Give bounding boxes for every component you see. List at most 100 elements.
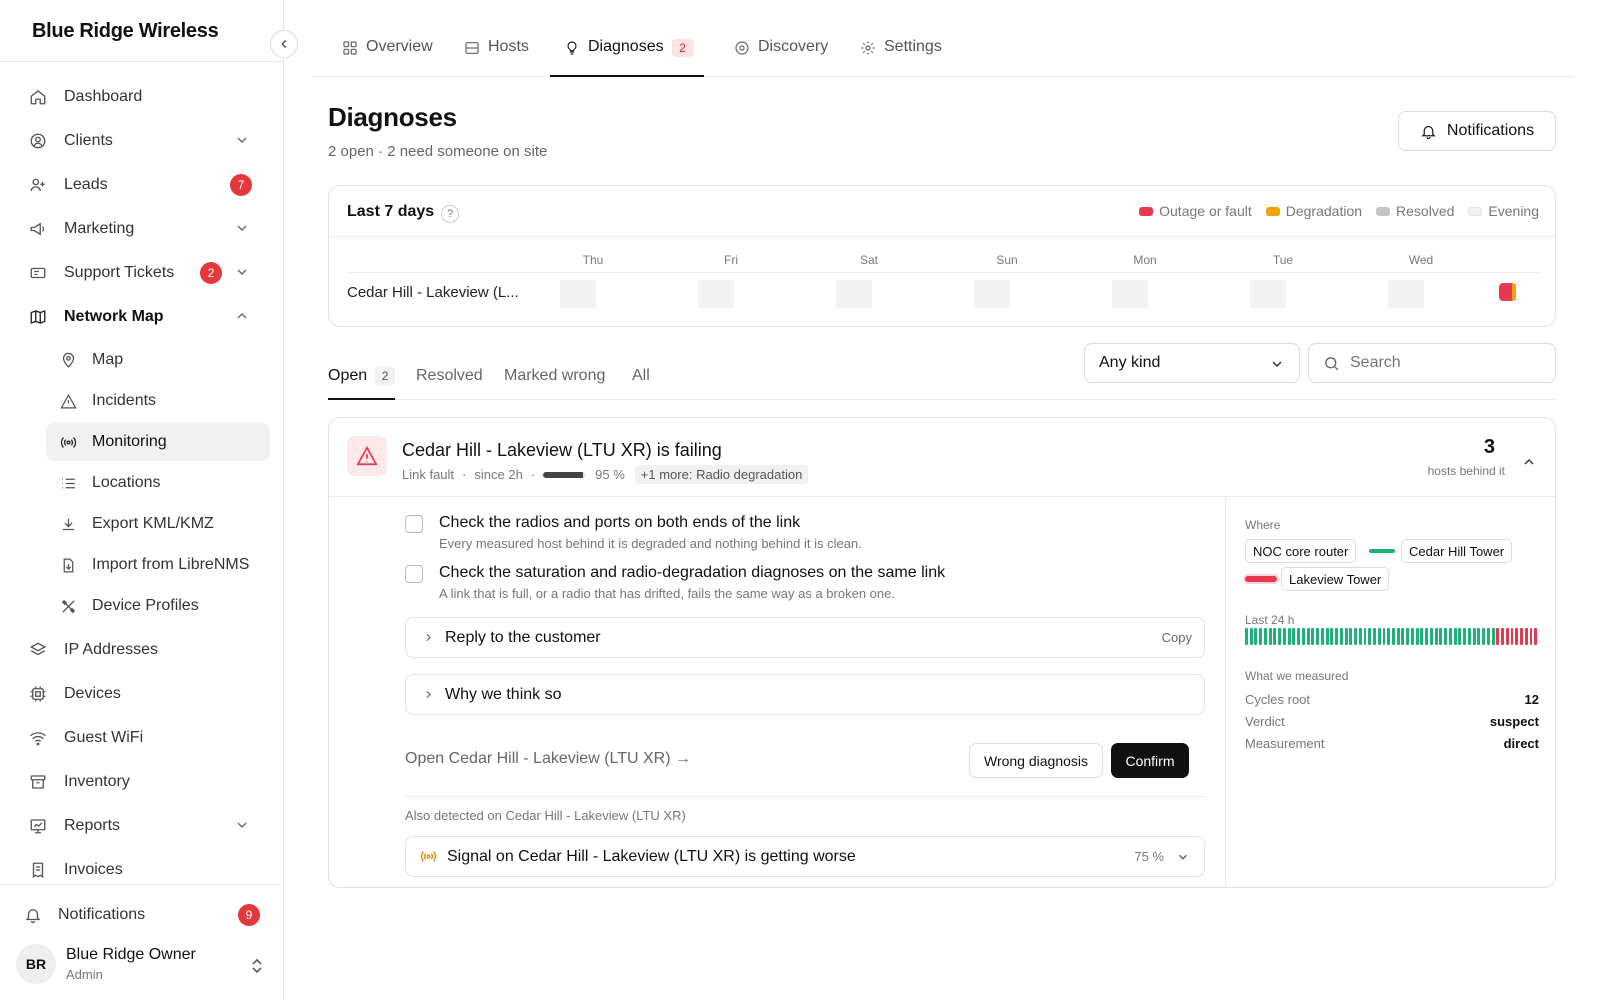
day-label: Sun bbox=[996, 253, 1018, 267]
hosts-label: hosts behind it bbox=[1427, 464, 1505, 478]
chevron-down-icon bbox=[1176, 850, 1190, 864]
account-switcher-icon[interactable] bbox=[250, 957, 264, 975]
import-icon bbox=[58, 555, 78, 575]
sidebar-item-label: Locations bbox=[92, 474, 161, 491]
sidebar-item-leads[interactable]: Leads 7 bbox=[22, 166, 272, 204]
report-icon bbox=[28, 816, 48, 836]
tab-diagnoses[interactable]: Diagnoses 2 bbox=[550, 38, 704, 77]
open-count-badge: 2 bbox=[375, 367, 396, 385]
sidebar-item-inventory[interactable]: Inventory bbox=[22, 763, 272, 801]
tab-label: Hosts bbox=[488, 38, 529, 55]
sidebar-notifications[interactable]: Notifications 9 bbox=[22, 897, 272, 933]
sparkline-bar bbox=[1349, 628, 1353, 645]
also-divider bbox=[405, 796, 1205, 797]
user-circle-icon bbox=[28, 131, 48, 151]
tab-settings[interactable]: Settings bbox=[860, 38, 942, 77]
broadcast-icon bbox=[58, 432, 78, 452]
chevron-right-icon bbox=[422, 631, 435, 644]
open-link-button[interactable]: Open Cedar Hill - Lakeview (LTU XR) → bbox=[405, 750, 691, 768]
copy-button[interactable]: Copy bbox=[1162, 630, 1192, 645]
sidebar-item-guest-wifi[interactable]: Guest WiFi bbox=[22, 719, 272, 757]
tab-discovery[interactable]: Discovery bbox=[734, 38, 828, 77]
bell-icon bbox=[1420, 123, 1437, 140]
legend-evening: Evening bbox=[1468, 203, 1539, 219]
measured-row: Verdict suspect bbox=[1245, 714, 1539, 729]
sidebar-item-incidents[interactable]: Incidents bbox=[46, 382, 270, 420]
sidebar-item-locations[interactable]: Locations bbox=[46, 464, 270, 502]
sparkline-bar bbox=[1496, 628, 1500, 645]
diagnosis-title[interactable]: Cedar Hill - Lakeview (LTU XR) is failin… bbox=[402, 440, 722, 461]
sparkline-bar bbox=[1373, 628, 1376, 645]
sidebar-item-label: Guest WiFi bbox=[64, 729, 144, 746]
more-diagnoses-chip[interactable]: +1 more: Radio degradation bbox=[634, 465, 809, 484]
why-we-think-accordion[interactable]: Why we think so bbox=[405, 674, 1205, 715]
also-detected-item[interactable]: Signal on Cedar Hill - Lakeview (LTU XR)… bbox=[405, 836, 1205, 877]
sparkline-bar bbox=[1520, 628, 1523, 645]
legend-swatch bbox=[1468, 206, 1483, 216]
reply-to-customer-accordion[interactable]: Reply to the customer Copy bbox=[405, 617, 1205, 658]
kind-select[interactable]: Any kind bbox=[1084, 343, 1300, 383]
sparkline-bar bbox=[1273, 628, 1277, 645]
sparkline-bar bbox=[1463, 628, 1467, 645]
sidebar-item-import-librenms[interactable]: Import from LibreNMS bbox=[46, 546, 270, 584]
sidebar-item-label: Dashboard bbox=[64, 88, 143, 105]
chevron-down-icon bbox=[234, 220, 250, 236]
sidebar-item-invoices[interactable]: Invoices bbox=[22, 851, 272, 878]
sparkline-bar bbox=[1330, 628, 1334, 645]
help-icon[interactable]: ? bbox=[441, 205, 459, 223]
tab-hosts[interactable]: Hosts bbox=[464, 38, 529, 77]
timeline-divider bbox=[329, 236, 1555, 237]
sidebar-item-device-profiles[interactable]: Device Profiles bbox=[46, 587, 270, 625]
sparkline-bar bbox=[1410, 628, 1414, 645]
sparkline-bar bbox=[1292, 628, 1296, 645]
filter-tab-resolved[interactable]: Resolved bbox=[416, 367, 483, 385]
chevron-right-icon bbox=[422, 688, 435, 701]
download-icon bbox=[58, 514, 78, 534]
invoice-icon bbox=[28, 860, 48, 878]
check-checkbox[interactable] bbox=[405, 515, 423, 533]
sparkline-bar bbox=[1401, 628, 1405, 645]
wrong-diagnosis-button[interactable]: Wrong diagnosis bbox=[969, 743, 1103, 778]
sidebar-item-export-kml[interactable]: Export KML/KMZ bbox=[46, 505, 270, 543]
sparkline-bar bbox=[1382, 628, 1386, 645]
filter-tab-marked-wrong[interactable]: Marked wrong bbox=[504, 367, 605, 385]
chevron-down-icon bbox=[234, 132, 250, 148]
node-lakeview-tower[interactable]: Lakeview Tower bbox=[1281, 567, 1390, 591]
chevron-up-icon[interactable] bbox=[1521, 454, 1537, 470]
sidebar-item-devices[interactable]: Devices bbox=[22, 675, 272, 713]
sidebar-item-network-map[interactable]: Network Map bbox=[22, 298, 272, 336]
tab-overview[interactable]: Overview bbox=[342, 38, 433, 77]
sidebar-item-reports[interactable]: Reports bbox=[22, 807, 272, 845]
accordion-label: Why we think so bbox=[445, 685, 562, 703]
sidebar-divider bbox=[0, 61, 284, 62]
node-noc-core-router[interactable]: NOC core router bbox=[1245, 539, 1357, 563]
notifications-button[interactable]: Notifications bbox=[1398, 111, 1556, 151]
sparkline-bar bbox=[1387, 628, 1391, 645]
wifi-icon bbox=[28, 728, 48, 748]
sidebar-item-monitoring[interactable]: Monitoring bbox=[46, 423, 270, 461]
filter-tab-open[interactable]: Open 2 bbox=[328, 367, 396, 400]
also-detected-title: Signal on Cedar Hill - Lakeview (LTU XR)… bbox=[447, 847, 856, 865]
server-icon bbox=[464, 40, 480, 56]
filter-tab-all[interactable]: All bbox=[632, 367, 650, 385]
sidebar-item-map[interactable]: Map bbox=[46, 341, 270, 379]
degradation-event-mark[interactable] bbox=[1512, 283, 1516, 301]
sparkline-bar bbox=[1344, 628, 1348, 645]
confirm-button[interactable]: Confirm bbox=[1111, 743, 1189, 778]
check-checkbox[interactable] bbox=[405, 565, 423, 583]
sidebar-item-clients[interactable]: Clients bbox=[22, 122, 272, 160]
also-detected-label: Also detected on Cedar Hill - Lakeview (… bbox=[405, 808, 686, 823]
node-cedar-hill-tower[interactable]: Cedar Hill Tower bbox=[1401, 539, 1513, 563]
sidebar-item-dashboard[interactable]: Dashboard bbox=[22, 78, 272, 116]
sidebar-item-ip-addresses[interactable]: IP Addresses bbox=[22, 631, 272, 669]
search-input[interactable] bbox=[1350, 354, 1530, 372]
lightbulb-icon bbox=[564, 40, 580, 56]
avatar[interactable]: BR bbox=[16, 944, 56, 984]
separator-dot: · bbox=[530, 467, 536, 482]
collapse-sidebar-button[interactable] bbox=[270, 30, 298, 58]
day-label: Mon bbox=[1133, 253, 1157, 267]
sidebar-item-marketing[interactable]: Marketing bbox=[22, 210, 272, 248]
timeline-card: Last 7 days ? Outage or fault Degradatio… bbox=[328, 185, 1556, 327]
user-plus-icon bbox=[28, 175, 48, 195]
sidebar-item-support-tickets[interactable]: Support Tickets 2 bbox=[22, 254, 272, 292]
